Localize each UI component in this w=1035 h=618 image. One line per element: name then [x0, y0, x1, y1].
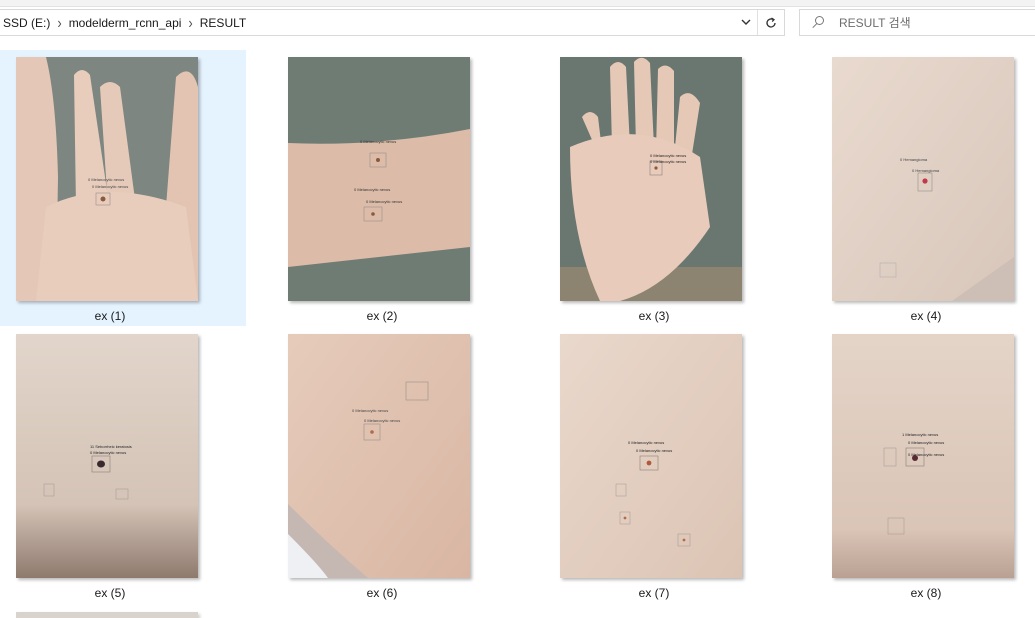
file-name[interactable]: ex (6) — [272, 586, 492, 600]
breadcrumb-folder[interactable]: modelderm_rcnn_api — [69, 16, 182, 30]
svg-text:11 Seborrheic keratosis: 11 Seborrheic keratosis — [90, 444, 132, 449]
file-thumbnail[interactable]: 11 Seborrheic keratosis 0 Melanocytic ne… — [16, 334, 198, 578]
file-item[interactable]: 0 Melanocytic nevus 0 Melanocytic nevus … — [272, 50, 518, 326]
file-item[interactable]: 0 Melanocytic nevus 0 Melanocytic nevus … — [544, 50, 790, 326]
svg-text:0 Hemangioma: 0 Hemangioma — [900, 157, 928, 162]
breadcrumb-current[interactable]: RESULT — [200, 16, 246, 30]
file-name[interactable]: ex (8) — [816, 586, 1035, 600]
file-thumbnail[interactable]: 0 Melanocytic nevus 0 Melanocytic nevus … — [288, 57, 470, 301]
svg-text:0 Melanocytic nevus: 0 Melanocytic nevus — [364, 418, 400, 423]
file-name[interactable]: ex (1) — [0, 309, 220, 323]
svg-text:0 Melanocytic nevus: 0 Melanocytic nevus — [908, 452, 944, 457]
search-box[interactable] — [799, 9, 1035, 36]
breadcrumb-drive[interactable]: SSD (E:) — [3, 16, 50, 30]
search-input[interactable] — [837, 14, 1021, 31]
svg-text:1 Melanocytic nevus: 1 Melanocytic nevus — [902, 432, 938, 437]
address-bar[interactable]: SSD (E:) › modelderm_rcnn_api › RESULT — [0, 9, 785, 36]
svg-text:0 Melanocytic nevus: 0 Melanocytic nevus — [352, 408, 388, 413]
file-thumbnail[interactable]: 0 Melanocytic nevus 0 Melanocytic nevus — [560, 57, 742, 301]
file-item[interactable]: 1 Melanocytic nevus 0 Melanocytic nevus … — [816, 327, 1035, 603]
file-item[interactable]: 0 Melanocytic nevus 0 Melanocytic nevus … — [0, 50, 246, 326]
svg-text:0 Melanocytic nevus: 0 Melanocytic nevus — [92, 184, 128, 189]
file-name[interactable]: ex (3) — [544, 309, 764, 323]
breadcrumb: SSD (E:) › modelderm_rcnn_api › RESULT — [0, 10, 735, 35]
svg-text:0 Hemangioma: 0 Hemangioma — [912, 168, 940, 173]
file-thumbnail[interactable]: 0 Melanocytic nevus 0 Melanocytic nevus — [288, 334, 470, 578]
search-icon — [811, 15, 825, 30]
file-name[interactable]: ex (7) — [544, 586, 764, 600]
file-thumbnail[interactable]: 0 Melanocytic nevus 0 Melanocytic nevus — [560, 334, 742, 578]
svg-text:0 Melanocytic nevus: 0 Melanocytic nevus — [636, 448, 672, 453]
file-name[interactable]: ex (5) — [0, 586, 220, 600]
file-item[interactable]: 11 Seborrheic keratosis 0 Melanocytic ne… — [0, 327, 246, 603]
svg-text:0 Melanocytic nevus: 0 Melanocytic nevus — [628, 440, 664, 445]
svg-text:0 Melanocytic nevus: 0 Melanocytic nevus — [88, 177, 124, 182]
svg-text:0 Melanocytic nevus: 0 Melanocytic nevus — [366, 199, 402, 204]
file-item[interactable]: 0 Melanocytic nevus 0 Melanocytic nevus … — [544, 327, 790, 603]
svg-text:0 Melanocytic nevus: 0 Melanocytic nevus — [908, 440, 944, 445]
file-name[interactable]: ex (2) — [272, 309, 492, 323]
file-thumbnail[interactable]: 0 Hemangioma 0 Hemangioma — [832, 57, 1014, 301]
file-thumbnail[interactable]: 1 Melanocytic nevus 0 Melanocytic nevus … — [832, 334, 1014, 578]
refresh-icon[interactable] — [757, 10, 784, 35]
svg-text:0 Melanocytic nevus: 0 Melanocytic nevus — [650, 159, 686, 164]
file-name[interactable]: ex (4) — [816, 309, 1035, 323]
file-item[interactable]: 0 Hemangioma 0 Hemangioma ex (4) — [816, 50, 1035, 326]
svg-text:0 Melanocytic nevus: 0 Melanocytic nevus — [650, 153, 686, 158]
breadcrumb-separator-icon[interactable]: › — [188, 14, 192, 32]
svg-text:0 Melanocytic nevus: 0 Melanocytic nevus — [354, 187, 390, 192]
chevron-down-icon[interactable] — [735, 10, 757, 35]
file-item[interactable]: 0 Melanocytic nevus 0 Melanocytic nevus … — [272, 327, 518, 603]
svg-text:0 Melanocytic nevus: 0 Melanocytic nevus — [90, 450, 126, 455]
window-top-edge — [0, 0, 1035, 7]
breadcrumb-separator-icon[interactable]: › — [57, 14, 61, 32]
svg-text:0 Melanocytic nevus: 0 Melanocytic nevus — [360, 139, 396, 144]
file-thumbnail-partial[interactable] — [16, 612, 198, 618]
file-thumbnail[interactable]: 0 Melanocytic nevus 0 Melanocytic nevus — [16, 57, 198, 301]
